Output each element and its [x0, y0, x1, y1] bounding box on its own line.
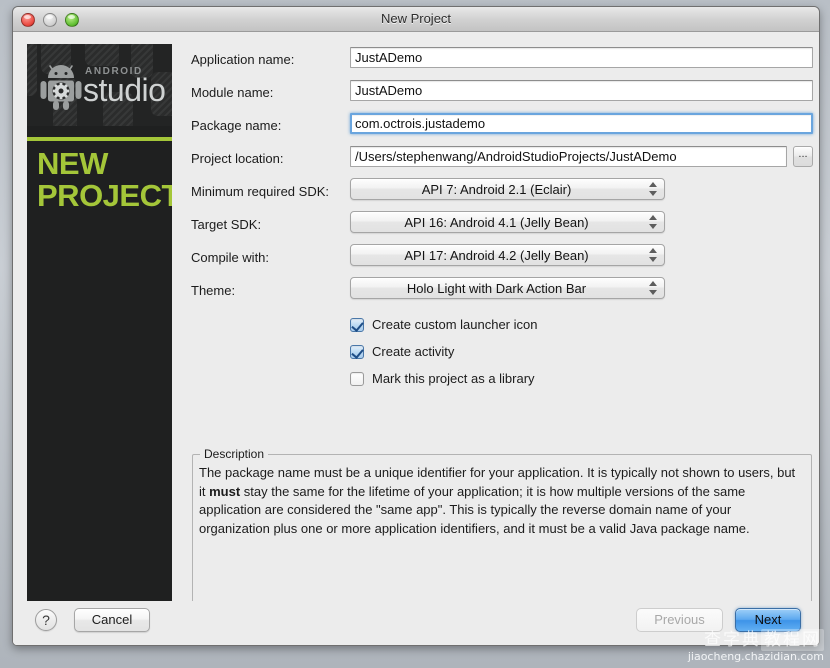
label-application-name: Application name: [191, 52, 294, 67]
row-minimum-required-sdk: Minimum required SDK: API 7: Android 2.1… [178, 176, 808, 209]
mark-as-library-label[interactable]: Mark this project as a library [372, 371, 535, 386]
label-compile-with: Compile with: [191, 250, 269, 265]
watermark-cn-text: 查字典教程网 [688, 630, 824, 650]
label-target-sdk: Target SDK: [191, 217, 261, 232]
stepper-arrows-icon [649, 215, 658, 230]
stepper-arrows-icon [649, 248, 658, 263]
module-name-input[interactable] [350, 80, 813, 101]
previous-button[interactable]: Previous [636, 608, 723, 632]
stepper-arrows-icon [649, 182, 658, 197]
row-create-activity: Create activity [178, 341, 808, 368]
cancel-button[interactable]: Cancel [74, 608, 150, 632]
row-theme: Theme: Holo Light with Dark Action Bar [178, 275, 808, 308]
project-location-input[interactable] [350, 146, 787, 167]
row-compile-with: Compile with: API 17: Android 4.2 (Jelly… [178, 242, 808, 275]
dialog-content: ANDROID studio NEW PROJECT Application n… [13, 32, 819, 645]
minimum-required-sdk-dropdown[interactable]: API 7: Android 2.1 (Eclair) [350, 178, 665, 200]
sidebar-accent-rule [27, 137, 172, 141]
row-project-location: Project location: ... [178, 143, 808, 176]
row-application-name: Application name: [178, 44, 808, 77]
brand-studio-text: studio [83, 74, 165, 106]
window-titlebar: New Project [13, 7, 819, 32]
application-name-input[interactable] [350, 47, 813, 68]
description-text-part2: stay the same for the lifetime of your a… [199, 484, 750, 536]
create-custom-launcher-icon-checkbox[interactable] [350, 318, 364, 332]
wizard-step-title: NEW PROJECT [37, 148, 172, 212]
row-create-custom-launcher-icon: Create custom launcher icon [178, 314, 808, 341]
description-text-bold: must [209, 484, 240, 499]
row-module-name: Module name: [178, 77, 808, 110]
stepper-arrows-icon [649, 281, 658, 296]
compile-with-dropdown[interactable]: API 17: Android 4.2 (Jelly Bean) [350, 244, 665, 266]
theme-dropdown[interactable]: Holo Light with Dark Action Bar [350, 277, 665, 299]
new-project-dialog-window: New Project [12, 6, 820, 646]
create-custom-launcher-icon-label[interactable]: Create custom launcher icon [372, 317, 537, 332]
wizard-sidebar: ANDROID studio NEW PROJECT [27, 44, 172, 614]
mark-as-library-checkbox[interactable] [350, 372, 364, 386]
label-minimum-required-sdk: Minimum required SDK: [191, 184, 329, 199]
theme-value: Holo Light with Dark Action Bar [351, 281, 642, 296]
row-package-name: Package name: [178, 110, 808, 143]
compile-with-value: API 17: Android 4.2 (Jelly Bean) [351, 248, 642, 263]
description-legend: Description [200, 447, 268, 461]
package-name-input[interactable] [350, 113, 813, 134]
label-project-location: Project location: [191, 151, 284, 166]
create-activity-checkbox[interactable] [350, 345, 364, 359]
watermark-cn-part2: 教程网 [761, 629, 824, 651]
android-studio-logo: ANDROID studio [36, 54, 166, 116]
android-robot-gear-icon [40, 62, 84, 110]
watermark: 查字典教程网 jiaocheng.chazidian.com [688, 630, 824, 664]
window-title: New Project [13, 11, 819, 26]
label-module-name: Module name: [191, 85, 273, 100]
create-activity-label[interactable]: Create activity [372, 344, 454, 359]
watermark-cn-part1: 查字典 [704, 630, 761, 650]
wizard-step-title-line1: NEW [37, 148, 172, 180]
wizard-step-title-line2: PROJECT [37, 180, 172, 212]
minimum-required-sdk-value: API 7: Android 2.1 (Eclair) [351, 182, 642, 197]
help-button[interactable]: ? [35, 609, 57, 631]
row-mark-as-library: Mark this project as a library [178, 368, 808, 395]
description-text: The package name must be a unique identi… [199, 464, 805, 538]
target-sdk-dropdown[interactable]: API 16: Android 4.1 (Jelly Bean) [350, 211, 665, 233]
target-sdk-value: API 16: Android 4.1 (Jelly Bean) [351, 215, 642, 230]
label-theme: Theme: [191, 283, 235, 298]
label-package-name: Package name: [191, 118, 281, 133]
browse-folder-button[interactable]: ... [793, 146, 813, 167]
row-target-sdk: Target SDK: API 16: Android 4.1 (Jelly B… [178, 209, 808, 242]
watermark-url: jiaocheng.chazidian.com [688, 650, 824, 664]
project-form: Application name: Module name: Package n… [178, 44, 808, 395]
